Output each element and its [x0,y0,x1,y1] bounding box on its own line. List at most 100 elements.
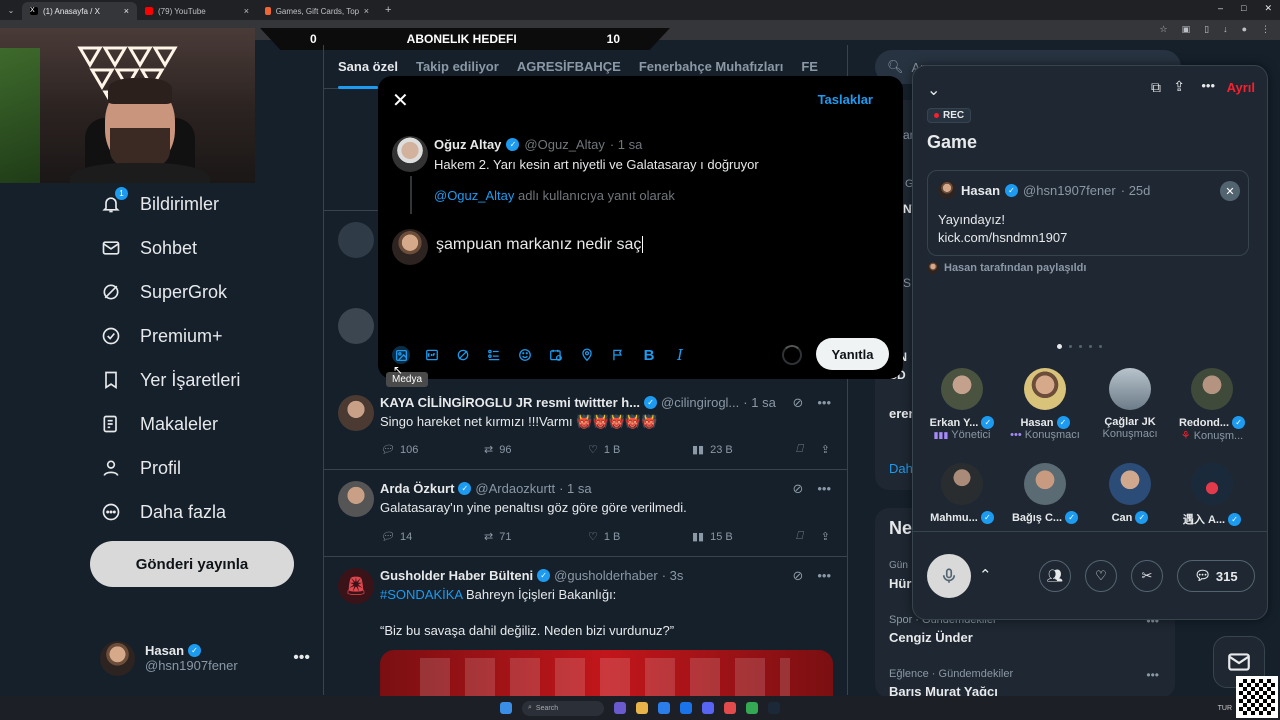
tweet[interactable]: 🚨︎ Gusholder Haber Bülteni ✓ @gusholderh… [324,558,847,696]
tweet-time[interactable]: · 1 sa [559,481,592,496]
reply-button[interactable]: 💬︎ 14 [380,530,484,544]
nav-more[interactable]: Daha fazla [100,501,226,523]
maximize-icon[interactable]: □ [1241,3,1246,14]
pinned-post[interactable]: Hasan ✓ @hsn1907fener · 25d ✕ Yayındayız… [927,170,1249,256]
siren-avatar-icon[interactable]: 🚨︎ [338,568,374,604]
tweet-time[interactable]: · 3s [662,568,684,583]
share-icon[interactable]: ⇪ [1173,78,1185,95]
trend-more-icon[interactable]: ••• [1146,668,1159,682]
nav-supergrok[interactable]: SuperGrok [100,281,227,303]
nav-articles[interactable]: Makaleler [100,413,218,435]
close-tab-icon[interactable]: × [364,6,369,16]
close-tab-icon[interactable]: × [244,6,249,16]
close-window-icon[interactable]: ✕ [1264,3,1272,14]
space-user[interactable]: Erkan Y... ✓ ▮▮▮ Yönetici [927,368,997,441]
tab-for-you[interactable]: Sana özel [338,59,398,74]
space-user[interactable]: Bağış C... ✓ [1010,463,1080,524]
language-indicator[interactable]: TUR [1218,705,1232,712]
star-icon[interactable]: ☆ [1160,24,1168,35]
pager-dot[interactable] [1079,345,1082,348]
download-icon[interactable]: ↓ [1223,24,1228,35]
reply-submit-button[interactable]: Yanıtla [816,338,889,370]
nav-premium[interactable]: Premium+ [100,325,223,347]
location-icon[interactable] [578,346,596,364]
chrome-icon[interactable] [746,702,758,714]
microphone-button[interactable] [927,554,971,598]
tweet[interactable]: KAYA CİLİNGİROGLU JR resmi twittter h...… [324,385,847,470]
more-icon[interactable]: ••• [817,568,831,584]
grok-icon[interactable] [454,346,472,364]
store-icon[interactable] [680,702,692,714]
unpin-close-icon[interactable]: ✕ [1220,181,1240,201]
space-user[interactable]: 遇入 A... ✓ [1177,463,1247,527]
sidebar-icon[interactable]: ▯ [1204,24,1209,35]
minimize-icon[interactable]: – [1218,3,1223,14]
windows-start-icon[interactable] [500,702,512,714]
file-explorer-icon[interactable] [636,702,648,714]
repost-button[interactable]: ⇄ 71 [484,530,588,544]
bookmark-icon[interactable]: ⎕ [796,530,803,543]
tab-games[interactable]: Games, Gift Cards, Top-Ups & ... × [257,2,377,20]
space-user[interactable]: Redond... ✓ ⚘ Konuşm... [1177,368,1247,442]
flag-icon[interactable] [609,346,627,364]
bold-icon[interactable]: B [640,346,658,364]
image-icon[interactable] [392,346,410,364]
views-button[interactable]: ▮▮ 15 B [692,530,796,544]
chevron-up-icon[interactable]: ⌃ [979,566,992,584]
poll-icon[interactable] [485,346,503,364]
space-user[interactable]: Mahmu... ✓ [927,463,997,524]
like-button[interactable]: ♡ 1 B [588,530,692,544]
space-user[interactable]: Hasan ✓ ••• Konuşmacı [1010,368,1080,441]
steam-icon[interactable] [768,702,780,714]
tweet-avatar[interactable] [338,395,374,431]
grok-icon[interactable]: ⊘ [792,395,803,411]
edge-icon[interactable] [658,702,670,714]
tweet-author[interactable]: Arda Özkurt [380,481,454,496]
more-icon[interactable]: ••• [1201,78,1215,93]
extension-icon[interactable]: ▣ [1182,24,1191,35]
share-icon[interactable]: ⇪ [821,443,830,456]
tweet-avatar[interactable] [338,481,374,517]
tweet-author[interactable]: KAYA CİLİNGİROGLU JR resmi twittter h... [380,395,640,410]
pager-dot[interactable] [1089,345,1092,348]
more-icon[interactable]: ••• [817,481,831,497]
share-icon[interactable]: ⇪ [821,530,830,543]
app-icon[interactable] [724,702,736,714]
reply-button[interactable]: 💬︎ 106 [380,443,484,457]
collapse-chevron-icon[interactable]: ⌄ [927,80,940,100]
tab-youtube[interactable]: (79) YouTube × [137,2,257,20]
discord-icon[interactable] [702,702,714,714]
pager-dot[interactable] [1099,345,1102,348]
grok-icon[interactable]: ⊘ [792,481,803,497]
tab-list-more[interactable]: FE [801,59,818,74]
tab-x-home[interactable]: X (1) Anasayfa / X × [22,2,137,20]
trend-title[interactable]: Cengiz Ünder [889,630,973,645]
pager-dot[interactable] [1069,345,1072,348]
close-tab-icon[interactable]: × [124,6,129,16]
grok-icon[interactable]: ⊘ [792,568,803,584]
nav-notifications[interactable]: 1 Bildirimler [100,187,219,215]
leave-space-button[interactable]: Ayrıl [1227,80,1255,95]
tab-list-agresifbahce[interactable]: AGRESİFBAHÇE [517,59,621,74]
reactions-button[interactable]: ♡ [1085,560,1117,592]
space-user[interactable]: Çağlar JK Konuşmacı [1095,368,1165,440]
minimize-space-icon[interactable]: ⧉ [1151,79,1161,96]
widgets-icon[interactable] [614,702,626,714]
close-modal-icon[interactable]: ✕ [392,88,409,113]
nav-bookmarks[interactable]: Yer İşaretleri [100,369,240,391]
account-switcher[interactable]: Hasan ✓ @hsn1907fener ••• [100,640,310,676]
account-more-icon[interactable]: ••• [293,649,310,667]
emoji-icon[interactable] [516,346,534,364]
tweet-avatar[interactable] [338,222,374,258]
repost-button[interactable]: ⇄ 96 [484,443,588,457]
views-button[interactable]: ▮▮ 23 B [692,443,796,457]
schedule-icon[interactable] [547,346,565,364]
like-button[interactable]: ♡ 1 B [588,443,692,457]
hashtag-link[interactable]: #SONDAKİKA [380,587,462,602]
reply-textbox[interactable]: şampuan markanız nedir saç [436,236,644,254]
space-user[interactable]: Can ✓ [1095,463,1165,524]
tweet-media-image[interactable] [380,650,833,696]
profile-icon[interactable]: ● [1242,24,1247,35]
tweet-author[interactable]: Gusholder Haber Bülteni [380,568,533,583]
tweet-time[interactable]: · 1 sa [743,395,776,410]
